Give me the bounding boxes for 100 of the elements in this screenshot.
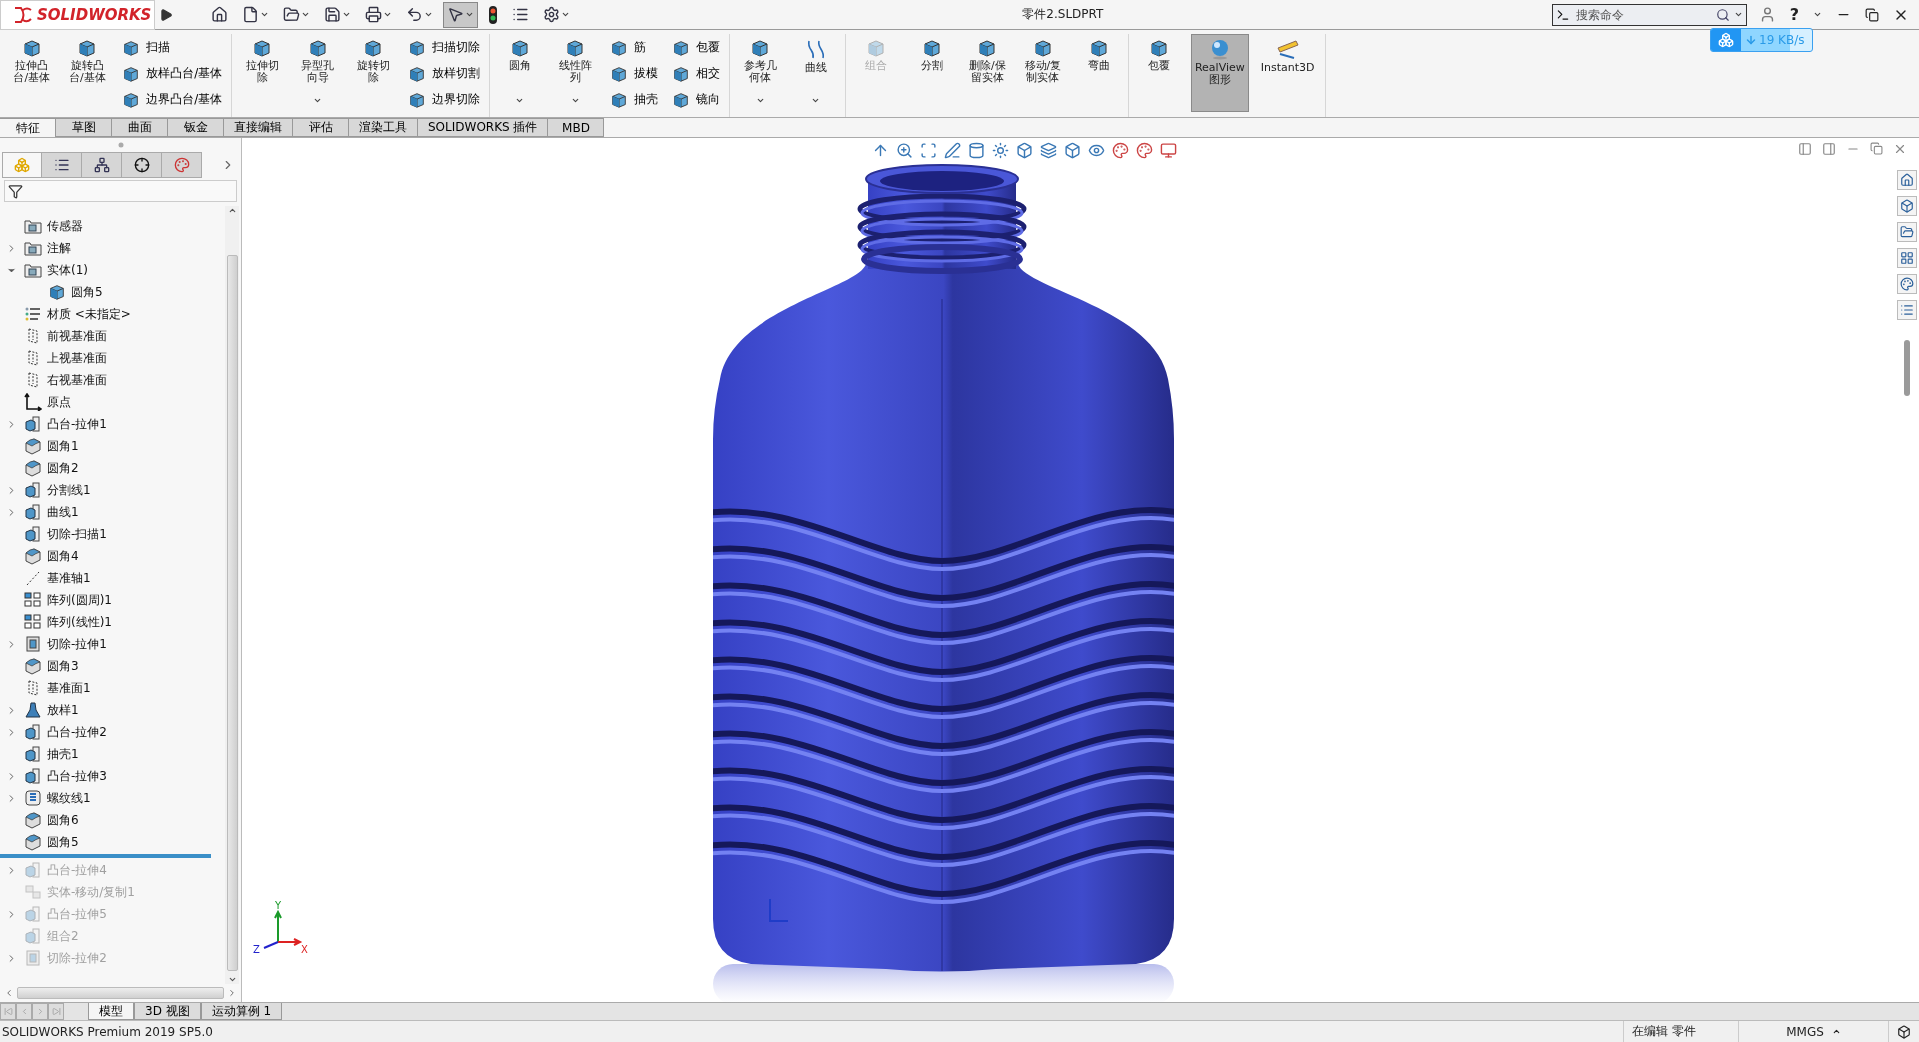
tree-item[interactable]: 材质 <未指定>	[47, 305, 131, 323]
scrollbar[interactable]	[225, 206, 239, 984]
pencil-icon[interactable]	[944, 142, 961, 159]
panel-tab[interactable]	[82, 152, 122, 178]
ribbon-tab[interactable]: MBD	[548, 118, 605, 137]
tree-item[interactable]: 圆角4	[47, 547, 79, 565]
caret-icon[interactable]	[301, 10, 310, 19]
search-input[interactable]: 搜索命令	[1573, 6, 1712, 23]
tree-item[interactable]: 切除-拉伸1	[47, 635, 107, 653]
cube-icon[interactable]	[1897, 1024, 1911, 1039]
command-button[interactable]: 参考几何体	[736, 34, 784, 112]
tree-item[interactable]: 抽壳1	[47, 745, 79, 763]
command-button[interactable]: RealView 图形	[1190, 34, 1249, 112]
task-pane-button[interactable]	[1897, 300, 1917, 320]
caret-icon[interactable]	[755, 96, 765, 105]
palette-icon[interactable]	[1136, 142, 1153, 159]
command-button[interactable]: 放样切割	[405, 62, 483, 85]
zoom-area-icon[interactable]	[920, 142, 937, 159]
caret-icon[interactable]	[1831, 1027, 1841, 1036]
model-tab[interactable]: 运动算例 1	[200, 1003, 283, 1020]
caret-icon[interactable]	[570, 96, 580, 105]
caret-icon[interactable]	[313, 96, 323, 105]
tree-item[interactable]: 阵列(圆周)1	[47, 591, 112, 609]
layers-icon[interactable]	[1040, 142, 1057, 159]
expand-menu-icon[interactable]	[159, 7, 173, 22]
command-button[interactable]: 旋转凸台/基体	[63, 34, 112, 112]
tree-item[interactable]: 右视基准面	[47, 371, 107, 389]
task-pane-button[interactable]	[1897, 222, 1917, 242]
task-pane-button[interactable]	[1897, 274, 1917, 294]
command-button[interactable]: 弯曲	[1074, 34, 1123, 112]
tree-item[interactable]: 圆角5	[47, 833, 79, 851]
tree-item[interactable]: 阵列(线性)1	[47, 613, 112, 631]
tree-item[interactable]: 圆角1	[47, 437, 79, 455]
search-icon[interactable]	[1715, 7, 1730, 22]
tree-item[interactable]: 放样1	[47, 701, 79, 719]
light-icon[interactable]	[992, 142, 1009, 159]
tree-item[interactable]: 上视基准面	[47, 349, 107, 367]
scroll-left-icon[interactable]	[4, 988, 14, 998]
scrollbar-thumb[interactable]	[17, 987, 224, 999]
tree-item[interactable]: 螺纹线1	[47, 789, 91, 807]
ribbon-tab[interactable]: 渲染工具	[349, 118, 418, 137]
command-button[interactable]: 拔模	[607, 62, 662, 85]
restore-icon[interactable]	[1865, 7, 1879, 22]
tree-item[interactable]: 基准轴1	[47, 569, 91, 587]
search-bar[interactable]: 搜索命令	[1551, 3, 1747, 26]
task-pane-button[interactable]	[1897, 196, 1917, 216]
model-tab[interactable]: 3D 视图	[134, 1003, 201, 1020]
command-button[interactable]: 旋转切除	[349, 34, 397, 112]
tree-item[interactable]: 切除-扫描1	[47, 525, 107, 543]
command-button[interactable]: 边界凸台/基体	[119, 88, 226, 111]
tree-item[interactable]: 圆角2	[47, 459, 79, 477]
command-button[interactable]: 边界切除	[405, 88, 483, 111]
command-button[interactable]: 抽壳	[607, 88, 662, 111]
command-button[interactable]: 线性阵列	[551, 34, 600, 112]
filter-field[interactable]	[4, 180, 237, 202]
ribbon-tab[interactable]: 特征	[0, 118, 56, 137]
panel-tab[interactable]	[122, 152, 162, 178]
caret-icon[interactable]	[811, 96, 821, 105]
tree-item[interactable]: 基准面1	[47, 679, 91, 697]
eye-icon[interactable]	[1088, 142, 1105, 159]
ribbon-tab[interactable]: 评估	[293, 118, 349, 137]
command-button[interactable]: 扫描	[119, 36, 226, 59]
caret-icon[interactable]	[342, 10, 351, 19]
command-button[interactable]: 筋	[607, 36, 662, 59]
ribbon-tab[interactable]: 草图	[56, 118, 112, 137]
units-selector[interactable]: MMGS	[1786, 1024, 1824, 1039]
command-button[interactable]: 分割	[908, 34, 956, 112]
caret-icon[interactable]	[1813, 10, 1822, 19]
tree-item[interactable]: 凸台-拉伸2	[47, 723, 107, 741]
tree-item[interactable]: 原点	[47, 393, 71, 411]
help-button[interactable]: ?	[1789, 5, 1799, 24]
command-button[interactable]: 相交	[669, 62, 724, 85]
command-button[interactable]: 包覆	[1135, 34, 1183, 112]
caret-icon[interactable]	[561, 10, 570, 19]
command-button[interactable]: 曲线	[791, 34, 840, 112]
command-button[interactable]: 异型孔向导	[293, 34, 342, 112]
palette-icon[interactable]	[1112, 142, 1129, 159]
tree-item[interactable]: 圆角5	[71, 283, 103, 301]
command-button[interactable]: Instant3D	[1256, 34, 1319, 112]
task-pane-button[interactable]	[1897, 170, 1917, 190]
scrollbar-thumb[interactable]	[226, 255, 238, 971]
tree-item[interactable]: 凸台-拉伸1	[47, 415, 107, 433]
command-button[interactable]: 删除/保留实体	[963, 34, 1012, 112]
ribbon-tab[interactable]: 曲面	[112, 118, 168, 137]
command-button[interactable]: 拉伸凸台/基体	[8, 34, 56, 112]
zoom-icon[interactable]	[896, 142, 913, 159]
command-button[interactable]: 圆角	[496, 34, 544, 112]
scroll-up-icon[interactable]	[227, 206, 237, 215]
model-tab[interactable]: 模型	[88, 1003, 134, 1020]
toolbar-button[interactable]	[443, 1, 478, 28]
scroll-right-icon[interactable]	[227, 988, 237, 998]
tree-item[interactable]: 传感器	[47, 217, 83, 235]
caret-icon[interactable]	[515, 96, 525, 105]
caret-icon[interactable]	[424, 10, 433, 19]
command-button[interactable]: 移动/复制实体	[1019, 34, 1067, 112]
ribbon-tab[interactable]: 直接编辑	[224, 118, 293, 137]
grip-icon[interactable]	[117, 142, 124, 148]
tree-item[interactable]: 前视基准面	[47, 327, 107, 345]
panel-right-icon[interactable]	[1822, 142, 1836, 156]
cylinder-icon[interactable]	[968, 142, 985, 159]
